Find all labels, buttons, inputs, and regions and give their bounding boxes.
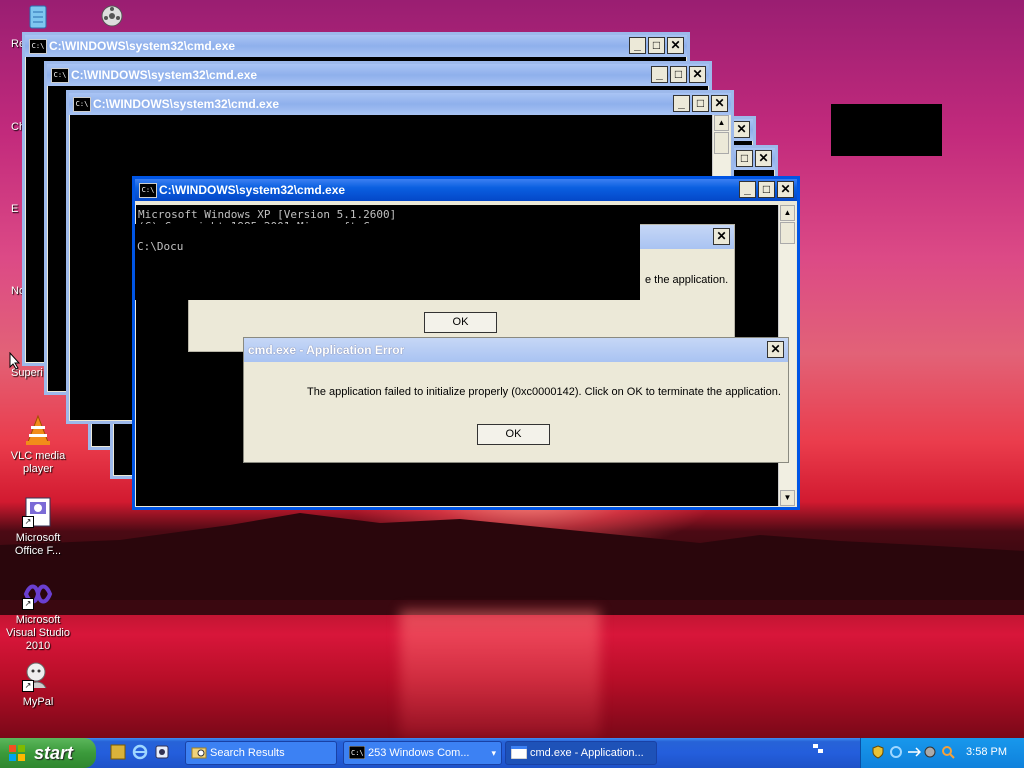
task-label: Search Results xyxy=(210,747,285,759)
black-artifact xyxy=(831,104,942,156)
visual-studio-icon: ↗ xyxy=(22,578,54,610)
close-button[interactable]: ✕ xyxy=(777,181,794,198)
application-error-dialog[interactable]: cmd.exe - Application Error ✕ The applic… xyxy=(243,337,789,463)
ok-button[interactable]: OK xyxy=(477,424,550,445)
desktop-icon-label: VLC media player xyxy=(10,450,66,475)
task-label: cmd.exe - Application... xyxy=(530,747,644,759)
desktop-icon-mypal[interactable]: ↗ MyPal xyxy=(0,660,76,709)
cmd-icon: C:\ xyxy=(73,97,91,112)
desktop-icon-label: MyPal xyxy=(22,696,54,708)
desktop-icon-visual-studio[interactable]: ↗ Microsoft Visual Studio 2010 xyxy=(0,578,76,653)
maximize-button[interactable]: □ xyxy=(670,66,687,83)
shortcut-arrow-icon: ↗ xyxy=(22,598,34,610)
tools-icon[interactable] xyxy=(923,745,937,759)
cmd-icon: C:\ xyxy=(51,68,69,83)
dialog-message: The application failed to initialize pro… xyxy=(307,386,781,398)
maximize-button[interactable]: □ xyxy=(736,150,753,167)
cmd-icon: C:\ xyxy=(139,183,157,198)
internet-explorer-icon[interactable] xyxy=(132,744,148,760)
film-reel-icon[interactable] xyxy=(100,2,130,30)
start-label: start xyxy=(34,743,74,763)
vlc-icon xyxy=(22,414,54,446)
desktop-icon-label: Microsoft Visual Studio 2010 xyxy=(5,614,70,652)
maximize-button[interactable]: □ xyxy=(648,37,665,54)
start-button[interactable]: start xyxy=(0,738,96,768)
close-button[interactable]: ✕ xyxy=(767,341,784,358)
maximize-button[interactable]: □ xyxy=(758,181,775,198)
desktop: Re Ch E No Superi VLC media player ↗ Mic… xyxy=(0,0,1024,738)
mypal-icon: ↗ xyxy=(22,660,54,692)
titlebar[interactable]: C:\ C:\WINDOWS\system32\cmd.exe _ □ ✕ xyxy=(25,35,687,57)
minimize-button[interactable]: _ xyxy=(629,37,646,54)
console-overlap xyxy=(135,224,640,300)
window-title: C:\WINDOWS\system32\cmd.exe xyxy=(93,97,280,111)
scroll-down-button[interactable]: ▼ xyxy=(780,490,795,506)
desktop-icon-office[interactable]: ↗ Microsoft Office F... xyxy=(0,496,76,558)
cmd-icon: C:\ xyxy=(29,39,47,54)
taskbar: start Search Results C:\ 253 Windows Com… xyxy=(0,738,1024,768)
window-icon xyxy=(511,746,527,759)
titlebar[interactable]: C:\ C:\WINDOWS\system32\cmd.exe _ □ ✕ xyxy=(135,179,797,201)
svg-text:C:\: C:\ xyxy=(351,749,364,757)
quicklaunch-settings-icon[interactable] xyxy=(154,744,170,760)
close-button[interactable]: ✕ xyxy=(733,121,750,138)
window-title: C:\WINDOWS\system32\cmd.exe xyxy=(159,183,346,197)
taskbar-item-search-results[interactable]: Search Results xyxy=(185,741,337,765)
clock[interactable]: 3:58 PM xyxy=(966,746,1007,758)
dialog-message: e the application. xyxy=(645,274,729,286)
ok-button[interactable]: OK xyxy=(424,312,497,333)
console-line: C:\Docu xyxy=(137,240,184,253)
scroll-up-button[interactable]: ▲ xyxy=(780,205,795,221)
close-button[interactable]: ✕ xyxy=(755,150,772,167)
maximize-button[interactable]: □ xyxy=(692,95,709,112)
scroll-thumb[interactable] xyxy=(780,222,795,244)
dropdown-arrow-icon[interactable]: ▾ xyxy=(491,742,496,764)
dialog-titlebar[interactable]: cmd.exe - Application Error ✕ xyxy=(244,338,788,362)
close-button[interactable]: ✕ xyxy=(711,95,728,112)
taskbar-item-windows-commands[interactable]: C:\ 253 Windows Com... ▾ xyxy=(343,741,502,765)
desktop-label-cut: E xyxy=(11,203,19,215)
window-title: C:\WINDOWS\system32\cmd.exe xyxy=(71,68,258,82)
close-button[interactable]: ✕ xyxy=(713,228,730,245)
shortcut-arrow-icon: ↗ xyxy=(22,680,34,692)
recycle-bin-icon[interactable] xyxy=(24,2,52,30)
language-bar-icon[interactable] xyxy=(812,743,824,755)
desktop-icon-label: Microsoft Office F... xyxy=(14,532,62,557)
network-icon[interactable] xyxy=(889,745,903,759)
shortcut-arrow-icon: ↗ xyxy=(22,516,34,528)
security-shield-icon[interactable] xyxy=(871,745,885,759)
taskbar-item-application-error[interactable]: cmd.exe - Application... xyxy=(505,741,657,765)
desktop-icon-vlc[interactable]: VLC media player xyxy=(0,414,76,476)
titlebar[interactable]: C:\ C:\WINDOWS\system32\cmd.exe _ □ ✕ xyxy=(69,93,731,115)
scroll-thumb[interactable] xyxy=(714,132,729,154)
dialog-title: cmd.exe - Application Error xyxy=(248,343,405,357)
window-title: C:\WINDOWS\system32\cmd.exe xyxy=(49,39,236,53)
minimize-button[interactable]: _ xyxy=(651,66,668,83)
water-reflection xyxy=(400,610,600,738)
titlebar[interactable]: C:\ C:\WINDOWS\system32\cmd.exe _ □ ✕ xyxy=(47,64,709,86)
windows-flag-icon xyxy=(9,745,25,761)
task-label: 253 Windows Com... xyxy=(368,747,470,759)
console-line: Microsoft Windows XP [Version 5.1.2600] xyxy=(138,208,397,221)
hills-silhouette xyxy=(0,513,1024,615)
office-icon: ↗ xyxy=(22,496,54,528)
folder-search-icon xyxy=(191,747,207,759)
minimize-button[interactable]: _ xyxy=(739,181,756,198)
search-icon[interactable] xyxy=(941,745,955,759)
cmd-icon: C:\ xyxy=(349,746,365,759)
close-button[interactable]: ✕ xyxy=(667,37,684,54)
mouse-cursor-icon xyxy=(9,352,21,370)
close-button[interactable]: ✕ xyxy=(689,66,706,83)
system-tray: 3:58 PM xyxy=(860,738,1024,768)
connection-arrow-icon[interactable] xyxy=(907,745,921,759)
minimize-button[interactable]: _ xyxy=(673,95,690,112)
quicklaunch-app-icon[interactable] xyxy=(110,744,126,760)
scroll-up-button[interactable]: ▲ xyxy=(714,115,729,131)
